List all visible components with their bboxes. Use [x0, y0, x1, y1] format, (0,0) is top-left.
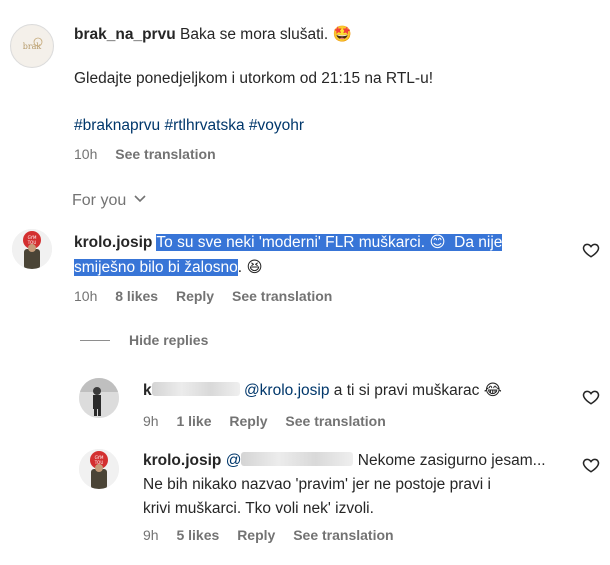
reply2-reply[interactable]: Reply: [237, 527, 275, 543]
reply2-body-3: krivi muškarci. Tko voli nek' izvoli.: [143, 500, 374, 517]
reply1-reply[interactable]: Reply: [229, 413, 267, 429]
reply1-body: a ti si pravi muškarac: [333, 382, 480, 399]
caption-text: brak_na_prvu Baka se mora slušati. 🤩: [74, 22, 594, 47]
reply1-username-prefix: k: [143, 382, 152, 399]
reply1-meta: 9h 1 like Reply See translation: [143, 411, 400, 431]
reply1-time: 9h: [143, 413, 159, 429]
reply1-username[interactable]: k: [143, 382, 240, 399]
reply2-see-translation[interactable]: See translation: [293, 527, 393, 543]
caption-line2: Gledajte ponedjeljkom i utorkom od 21:15…: [74, 70, 434, 87]
caption-see-translation[interactable]: See translation: [115, 146, 215, 162]
comment1-body-b: Da nije: [454, 234, 503, 251]
comment1-body-a: To su sve neki 'moderni' FLR muškarci.: [156, 234, 426, 251]
user-avatar-icon: GYM TOU: [79, 449, 119, 489]
reply1-mention[interactable]: @krolo.josip: [244, 382, 330, 399]
comment1-username[interactable]: krolo.josip: [74, 234, 152, 251]
caption-time: 10h: [74, 146, 98, 162]
caption-avatar[interactable]: brak: [10, 24, 54, 68]
comment1-avatar[interactable]: GYM TOU: [12, 229, 52, 269]
for-you-label: For you: [72, 192, 127, 209]
reply2-time: 9h: [143, 527, 159, 543]
chevron-down-icon: [134, 195, 146, 203]
reply1-avatar[interactable]: [79, 378, 119, 418]
laughing-emoji: 😆: [246, 258, 263, 276]
reply2-avatar[interactable]: GYM TOU: [79, 449, 119, 489]
reply2-likes[interactable]: 5 likes: [176, 527, 219, 543]
smile-emoji: 😊: [429, 233, 446, 251]
comment1-meta: 10h 8 likes Reply See translation: [74, 286, 346, 306]
comment1-text: krolo.josip To su sve neki 'moderni' FLR…: [74, 230, 564, 280]
reply2-mention[interactable]: @: [226, 452, 354, 469]
reply2-body-2: Ne bih nikako nazvao 'pravim' jer ne pos…: [143, 476, 491, 493]
caption-hashtags[interactable]: #braknaprvu #rtlhrvatska #voyohr: [74, 114, 304, 138]
user-avatar-icon: GYM TOU: [12, 229, 52, 269]
comment1-time: 10h: [74, 288, 98, 304]
hide-replies-divider: [80, 340, 110, 341]
for-you-dropdown[interactable]: For you: [72, 190, 147, 212]
comment1-reply[interactable]: Reply: [176, 288, 214, 304]
reply1-likes[interactable]: 1 like: [176, 413, 211, 429]
reply1-text: k @krolo.josip a ti si pravi muškarac 😂: [143, 378, 573, 403]
reply2-like-heart-icon[interactable]: [582, 456, 600, 474]
reply2-meta: 9h 5 likes Reply See translation: [143, 525, 408, 545]
reply1-see-translation[interactable]: See translation: [285, 413, 385, 429]
reply2-mention-prefix: @: [225, 452, 242, 469]
comment1-see-translation[interactable]: See translation: [232, 288, 332, 304]
caption-meta: 10h See translation: [74, 144, 230, 164]
tears-of-joy-emoji: 😂: [483, 381, 502, 399]
redacted-mention: [241, 452, 354, 466]
comment1-like-heart-icon[interactable]: [582, 241, 600, 259]
user-avatar-icon: [79, 378, 119, 418]
reply2-username[interactable]: krolo.josip: [143, 452, 221, 469]
comment1-body-c: smiješno bilo bi žalosno: [74, 259, 238, 276]
reply1-like-heart-icon[interactable]: [582, 388, 600, 406]
hide-replies-button[interactable]: Hide replies: [129, 330, 208, 350]
reply2-body-1: Nekome zasigurno jesam...: [357, 452, 546, 469]
svg-text:brak: brak: [23, 42, 42, 51]
star-struck-emoji: 🤩: [332, 25, 352, 43]
caption-username[interactable]: brak_na_prvu: [74, 26, 176, 43]
caption-body: Baka se mora slušati.: [179, 26, 329, 43]
comment1-likes[interactable]: 8 likes: [115, 288, 158, 304]
reply2-text: krolo.josip @ Nekome zasigurno jesam... …: [143, 449, 573, 521]
comment1-period: .: [237, 259, 243, 276]
brand-logo-icon: brak: [12, 26, 52, 66]
redacted-username: [151, 382, 240, 396]
